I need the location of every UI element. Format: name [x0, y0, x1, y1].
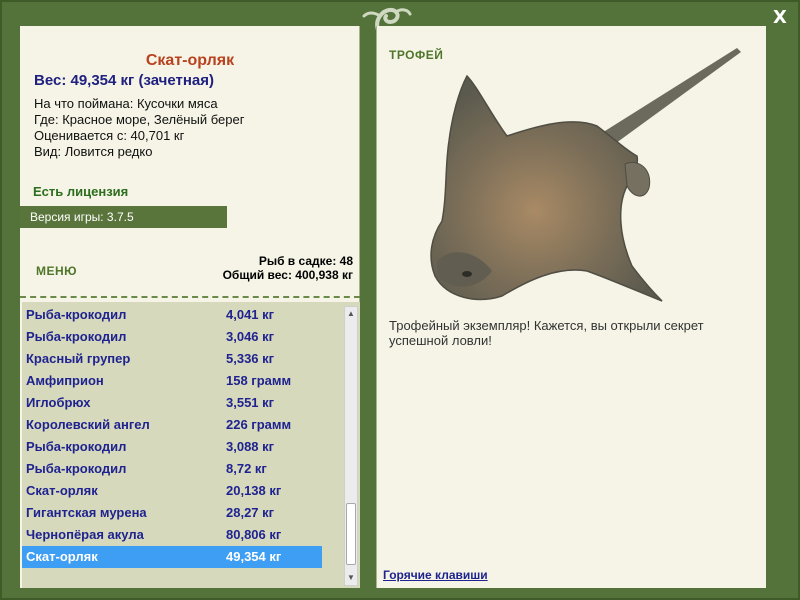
list-item-name: Амфиприон: [26, 373, 104, 388]
list-item[interactable]: Рыба-крокодил 4,041 кг: [22, 304, 342, 326]
list-item-name: Иглобрюх: [26, 395, 91, 410]
eagle-ray-image: [430, 48, 741, 302]
fish-info-panel: Скат-орляк Вес: 49,354 кг (зачетная) На …: [20, 26, 360, 588]
list-item[interactable]: Скат-орляк 49,354 кг: [22, 546, 322, 568]
trophy-description: Трофейный экземпляр! Кажется, вы открыли…: [389, 318, 704, 348]
catch-stats: Рыб в садке: 48 Общий вес: 400,938 кг: [223, 254, 353, 282]
info-threshold: Оценивается с: 40,701 кг: [34, 128, 185, 143]
list-item[interactable]: Красный групер 5,336 кг: [22, 348, 342, 370]
close-button[interactable]: X: [770, 8, 790, 28]
fish-list-scrollbar[interactable]: ▲ ▼: [344, 306, 358, 586]
list-item-weight: 3,088 кг: [226, 439, 275, 454]
fish-list-items: Рыба-крокодил 4,041 кг Рыба-крокодил 3,046 …: [22, 304, 342, 568]
list-item[interactable]: Рыба-крокодил 3,088 кг: [22, 436, 342, 458]
list-item-weight: 5,336 кг: [226, 351, 275, 366]
list-item-weight: 8,72 кг: [226, 461, 267, 476]
info-rarity: Вид: Ловится редко: [34, 144, 153, 159]
list-item-weight: 3,046 кг: [226, 329, 275, 344]
list-item[interactable]: Скат-орляк 20,138 кг: [22, 480, 342, 502]
list-item-name: Чернопёрая акула: [26, 527, 144, 542]
trophy-panel: ТРОФЕЙ Трофейный экземпляр! Кажется, вы …: [376, 26, 766, 588]
arrow-up-icon[interactable]: ▲: [345, 307, 357, 321]
game-version-bar: Версия игры: 3.7.5: [20, 206, 227, 228]
license-status: Есть лицензия: [33, 184, 129, 199]
list-item-name: Скат-орляк: [26, 549, 98, 564]
arrow-down-icon[interactable]: ▼: [345, 571, 357, 585]
list-item-name: Красный групер: [26, 351, 131, 366]
list-item-name: Гигантская мурена: [26, 505, 147, 520]
scroll-thumb[interactable]: [346, 503, 356, 565]
list-item[interactable]: Гигантская мурена 28,27 кг: [22, 502, 342, 524]
list-item-weight: 3,551 кг: [226, 395, 275, 410]
list-item[interactable]: Амфиприон 158 грамм: [22, 370, 342, 392]
list-item-weight: 226 грамм: [226, 417, 292, 432]
list-item[interactable]: Рыба-крокодил 8,72 кг: [22, 458, 342, 480]
list-item-name: Рыба-крокодил: [26, 329, 127, 344]
fish-weight: Вес: 49,354 кг (зачетная): [34, 72, 215, 89]
list-item-name: Королевский ангел: [26, 417, 150, 432]
list-item[interactable]: Королевский ангел 226 грамм: [22, 414, 342, 436]
list-item-name: Рыба-крокодил: [26, 461, 127, 476]
fish-title: Скат-орляк: [145, 52, 235, 69]
list-item[interactable]: Рыба-крокодил 3,046 кг: [22, 326, 342, 348]
list-item-weight: 28,27 кг: [226, 505, 275, 520]
total-weight: Общий вес: 400,938 кг: [222, 268, 353, 282]
list-item-weight: 49,354 кг: [226, 549, 282, 564]
list-item-name: Скат-орляк: [26, 483, 98, 498]
menu-label[interactable]: МЕНЮ: [36, 264, 77, 278]
info-location: Где: Красное море, Зелёный берег: [34, 112, 245, 127]
fish-info-lines: На что поймана: Кусочки мяса Где: Красно…: [34, 96, 244, 160]
game-window-frame: X Скат-орляк Вес: 49,354 кг (зачетная) Н…: [0, 0, 800, 600]
dashed-divider: [20, 296, 360, 298]
list-item-weight: 158 грамм: [226, 373, 292, 388]
list-item-weight: 20,138 кг: [226, 483, 282, 498]
list-item[interactable]: Чернопёрая акула 80,806 кг: [22, 524, 342, 546]
fish-list[interactable]: Рыба-крокодил 4,041 кг Рыба-крокодил 3,046 …: [22, 302, 360, 588]
info-bait: На что поймана: Кусочки мяса: [34, 96, 218, 111]
list-item-weight: 4,041 кг: [226, 307, 275, 322]
list-item-weight: 80,806 кг: [226, 527, 282, 542]
list-item-name: Рыба-крокодил: [26, 307, 127, 322]
fish-count: Рыб в садке: 48: [258, 254, 353, 268]
list-item-name: Рыба-крокодил: [26, 439, 127, 454]
list-item[interactable]: Иглобрюх 3,551 кг: [22, 392, 342, 414]
hotkeys-link[interactable]: Горячие клавиши: [383, 568, 488, 582]
